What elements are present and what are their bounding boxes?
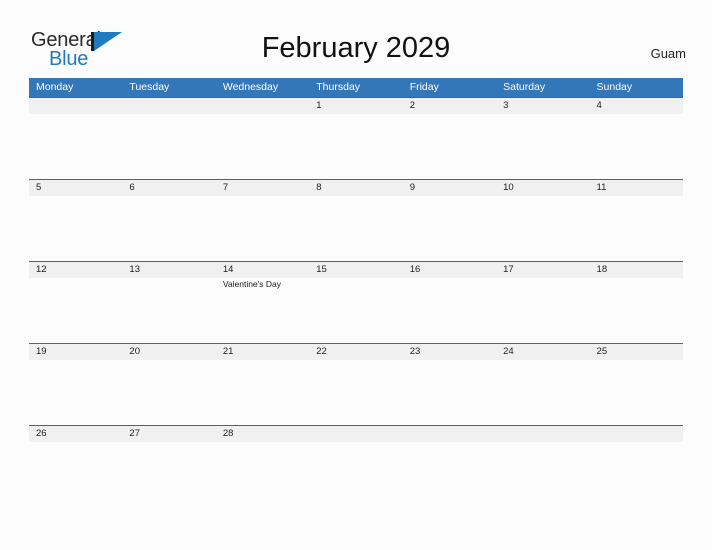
week-day-number-band: 5 6 7 8 9 10 11 xyxy=(29,180,683,196)
week-day-number-band: 19 20 21 22 23 24 25 xyxy=(29,344,683,360)
day-cell-body[interactable] xyxy=(309,278,402,343)
day-cell-number[interactable]: 18 xyxy=(590,262,683,278)
week-day-number-band: 26 27 28 xyxy=(29,426,683,442)
day-cell-body[interactable] xyxy=(309,196,402,261)
week-day-body xyxy=(29,114,683,179)
day-cell-number[interactable]: 23 xyxy=(403,344,496,360)
day-cell-number[interactable]: 17 xyxy=(496,262,589,278)
day-cell-body[interactable] xyxy=(309,114,402,179)
day-cell-body[interactable] xyxy=(122,278,215,343)
week-row: 26 27 28 xyxy=(29,425,683,480)
location-label: Guam xyxy=(650,46,686,61)
day-cell-number[interactable]: 15 xyxy=(309,262,402,278)
day-cell-number[interactable] xyxy=(122,98,215,114)
day-cell-body[interactable] xyxy=(403,114,496,179)
day-cell-body[interactable] xyxy=(309,442,402,480)
day-cell-body[interactable] xyxy=(496,442,589,480)
day-cell-number[interactable]: 21 xyxy=(216,344,309,360)
day-cell-body[interactable] xyxy=(216,360,309,425)
day-cell-body[interactable]: Valentine's Day xyxy=(216,278,309,343)
day-cell-body[interactable] xyxy=(29,196,122,261)
day-cell-number[interactable]: 26 xyxy=(29,426,122,442)
day-cell-body[interactable] xyxy=(590,278,683,343)
dow-header-sunday: Sunday xyxy=(596,81,633,93)
day-cell-body[interactable] xyxy=(122,442,215,480)
dow-header-friday: Friday xyxy=(409,81,439,93)
day-cell-number[interactable]: 28 xyxy=(216,426,309,442)
page-title: February 2029 xyxy=(261,32,451,64)
day-cell-number[interactable]: 22 xyxy=(309,344,402,360)
day-cell-number[interactable]: 2 xyxy=(403,98,496,114)
day-cell-number[interactable]: 9 xyxy=(403,180,496,196)
day-cell-body[interactable] xyxy=(29,114,122,179)
day-event-label: Valentine's Day xyxy=(222,279,282,289)
dow-header-wednesday: Wednesday xyxy=(222,81,279,93)
day-cell-body[interactable] xyxy=(122,196,215,261)
day-cell-number[interactable]: 14 xyxy=(216,262,309,278)
dow-header-monday: Monday xyxy=(36,81,74,93)
day-cell-body[interactable] xyxy=(496,360,589,425)
day-cell-body[interactable] xyxy=(590,196,683,261)
week-day-number-band: 12 13 14 15 16 17 18 xyxy=(29,262,683,278)
dow-header-tuesday: Tuesday xyxy=(129,81,170,93)
day-cell-number[interactable]: 27 xyxy=(122,426,215,442)
day-cell-body[interactable] xyxy=(590,114,683,179)
day-cell-number[interactable]: 16 xyxy=(403,262,496,278)
day-cell-number[interactable] xyxy=(309,426,402,442)
dow-header-thursday: Thursday xyxy=(316,81,361,93)
week-row: 5 6 7 8 9 10 11 xyxy=(29,179,683,261)
week-row: 1 2 3 4 xyxy=(29,97,683,179)
day-cell-body[interactable] xyxy=(122,360,215,425)
day-cell-number[interactable]: 5 xyxy=(29,180,122,196)
day-cell-number[interactable]: 8 xyxy=(309,180,402,196)
page-header: General Blue February 2029 Guam xyxy=(0,0,712,76)
day-cell-number[interactable]: 1 xyxy=(309,98,402,114)
day-cell-body[interactable] xyxy=(216,114,309,179)
day-cell-body[interactable] xyxy=(122,114,215,179)
day-cell-body[interactable] xyxy=(403,196,496,261)
day-cell-number[interactable] xyxy=(216,98,309,114)
day-cell-body[interactable] xyxy=(403,278,496,343)
day-cell-number[interactable]: 7 xyxy=(216,180,309,196)
day-cell-number[interactable]: 3 xyxy=(496,98,589,114)
day-cell-body[interactable] xyxy=(590,360,683,425)
day-cell-body[interactable] xyxy=(590,442,683,480)
day-cell-number[interactable] xyxy=(590,426,683,442)
day-cell-body[interactable] xyxy=(403,442,496,480)
day-cell-number[interactable]: 19 xyxy=(29,344,122,360)
day-cell-body[interactable] xyxy=(309,360,402,425)
day-cell-number[interactable]: 12 xyxy=(29,262,122,278)
week-day-body xyxy=(29,196,683,261)
day-cell-number[interactable]: 13 xyxy=(122,262,215,278)
day-cell-number[interactable] xyxy=(496,426,589,442)
week-day-body: Valentine's Day xyxy=(29,278,683,343)
day-cell-number[interactable]: 24 xyxy=(496,344,589,360)
day-of-week-header-row: Monday Tuesday Wednesday Thursday Friday… xyxy=(29,78,683,97)
day-cell-body[interactable] xyxy=(496,114,589,179)
day-cell-number[interactable]: 20 xyxy=(122,344,215,360)
week-day-body xyxy=(29,360,683,425)
day-cell-body[interactable] xyxy=(216,442,309,480)
day-cell-body[interactable] xyxy=(29,442,122,480)
week-row: 19 20 21 22 23 24 25 xyxy=(29,343,683,425)
day-cell-number[interactable]: 4 xyxy=(590,98,683,114)
day-cell-number[interactable]: 11 xyxy=(590,180,683,196)
calendar-grid: Monday Tuesday Wednesday Thursday Friday… xyxy=(29,78,683,480)
week-day-body xyxy=(29,442,683,480)
day-cell-number[interactable] xyxy=(29,98,122,114)
week-row: 12 13 14 15 16 17 18 Valentine's Day xyxy=(29,261,683,343)
day-cell-body[interactable] xyxy=(29,360,122,425)
day-cell-number[interactable]: 25 xyxy=(590,344,683,360)
day-cell-body[interactable] xyxy=(29,278,122,343)
calendar-page: General Blue February 2029 Guam Monday T… xyxy=(0,0,712,550)
week-day-number-band: 1 2 3 4 xyxy=(29,98,683,114)
dow-header-saturday: Saturday xyxy=(503,81,546,93)
day-cell-body[interactable] xyxy=(496,278,589,343)
day-cell-number[interactable] xyxy=(403,426,496,442)
day-cell-number[interactable]: 6 xyxy=(122,180,215,196)
day-cell-number[interactable]: 10 xyxy=(496,180,589,196)
day-cell-body[interactable] xyxy=(496,196,589,261)
day-cell-body[interactable] xyxy=(216,196,309,261)
day-cell-body[interactable] xyxy=(403,360,496,425)
